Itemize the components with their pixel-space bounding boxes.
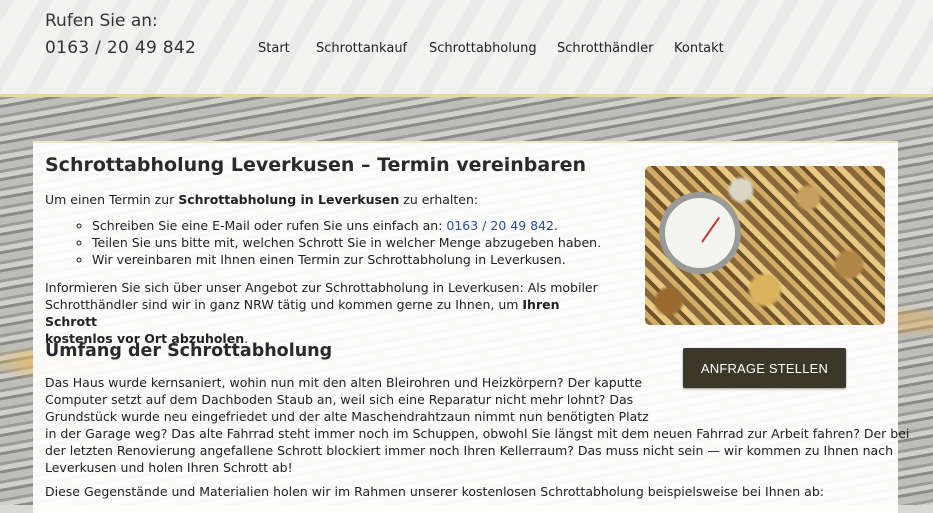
steps-list: Schreiben Sie eine E-Mail oder rufen Sie… [75, 217, 601, 268]
phone-link[interactable]: 0163 / 20 49 842 [446, 218, 554, 233]
nav-item-schrotthaendler[interactable]: Schrotthändler [557, 41, 654, 56]
scrap-fittings-photo [645, 166, 885, 325]
info-paragraph: Informieren Sie sich über unser Angebot … [45, 279, 615, 347]
nav-item-schrottankauf[interactable]: Schrottankauf [316, 41, 407, 56]
paragraph-line: Computer setzt auf dem Dachboden Staub a… [45, 392, 634, 407]
bullet-punct: . [553, 218, 558, 233]
info-line: Schrotthändler sind wir in ganz NRW täti… [45, 296, 615, 330]
phone-label: Rufen Sie an: [45, 11, 158, 31]
paragraph-line: in der Garage weg? Das alte Fahrrad steh… [45, 426, 910, 441]
intro-text: Um einen Termin zur Schrottabholung in L… [45, 191, 478, 208]
header-phone-number[interactable]: 0163 / 20 49 842 [45, 38, 196, 58]
paragraph-line: der letzten Renovierung angefallene Schr… [45, 443, 894, 458]
info-line: Informieren Sie sich über unser Angebot … [45, 280, 598, 295]
section-heading: Umfang der Schrottabholung [45, 341, 333, 361]
pressure-gauge-icon [659, 192, 741, 274]
request-button[interactable]: ANFRAGE STELLEN [683, 348, 846, 388]
intro-pre: Um einen Termin zur [45, 192, 179, 207]
nav-item-schrottabholung[interactable]: Schrottabholung [429, 41, 537, 56]
list-item: Teilen Sie uns bitte mit, welchen Schrot… [92, 234, 601, 251]
intro-post: zu erhalten: [399, 192, 479, 207]
intro-bold: Schrottabholung in Leverkusen [178, 192, 400, 207]
list-item: Wir vereinbaren mit Ihnen einen Termin z… [92, 251, 601, 268]
site-header: Rufen Sie an: 0163 / 20 49 842 Start Sch… [0, 0, 933, 97]
items-intro: Diese Gegenstände und Materialien holen … [45, 484, 824, 499]
scope-paragraph: Das Haus wurde kernsaniert, wohin nun mi… [45, 374, 909, 476]
list-item: Schreiben Sie eine E-Mail oder rufen Sie… [92, 217, 601, 234]
paragraph-line: Leverkusen und holen Ihren Schrott ab! [45, 460, 293, 475]
page-title: Schrottabholung Leverkusen – Termin vere… [45, 154, 587, 176]
nav-item-kontakt[interactable]: Kontakt [674, 41, 724, 56]
bullet-text: Schreiben Sie eine E-Mail oder rufen Sie… [92, 218, 447, 233]
paragraph-line: Grundstück wurde neu eingefriedet und de… [45, 409, 649, 424]
info-text: Schrotthändler sind wir in ganz NRW täti… [45, 297, 523, 312]
nav-item-start[interactable]: Start [258, 41, 290, 56]
